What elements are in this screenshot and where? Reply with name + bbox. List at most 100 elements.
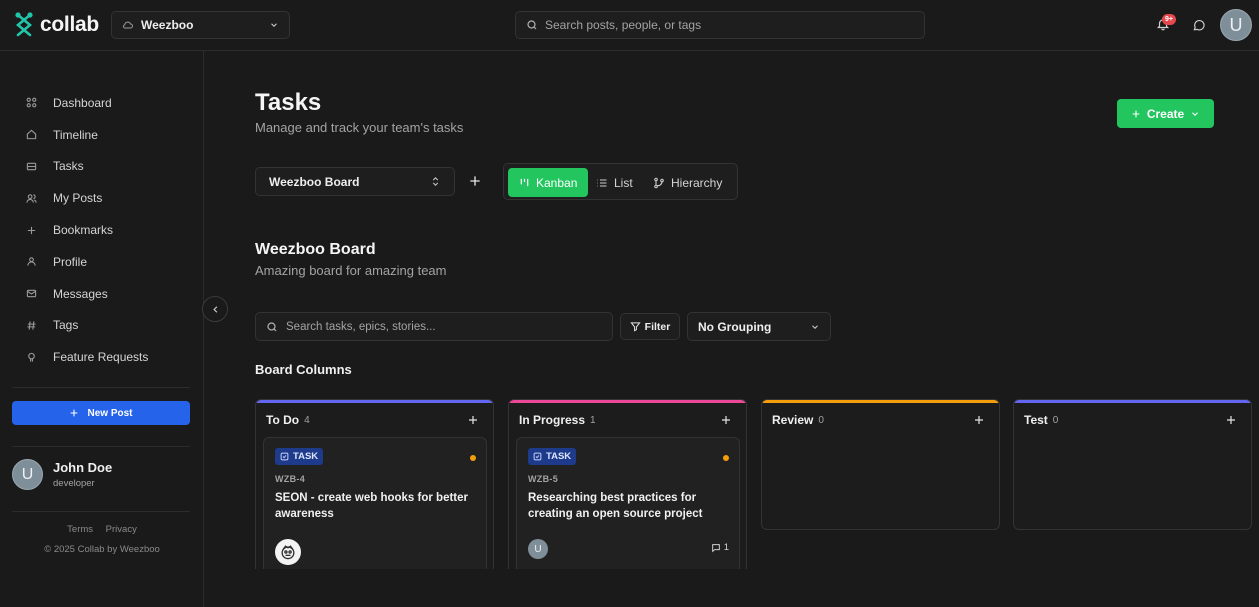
checkbox-icon <box>533 452 542 461</box>
view-list-button[interactable]: List <box>596 168 633 197</box>
plus-icon <box>71 409 78 417</box>
sidebar-item-label: Tags <box>53 318 79 333</box>
column-in-progress: In Progress 1 TASK WZB-5 Researching bes… <box>508 399 747 569</box>
privacy-link[interactable]: Privacy <box>106 524 137 535</box>
sidebar-nav: Dashboard Timeline Tasks My Posts Bookma… <box>12 87 190 373</box>
sidebar-item-label: My Posts <box>53 191 103 206</box>
list-icon <box>597 178 607 187</box>
column-review: Review 0 <box>761 399 1000 530</box>
comment-icon <box>711 543 720 552</box>
board-title: Weezboo Board <box>255 241 376 258</box>
task-card[interactable]: TASK WZB-5 Researching best practices fo… <box>516 437 740 569</box>
grouping-select[interactable]: No Grouping <box>687 312 831 341</box>
sidebar-item-my-posts[interactable]: My Posts <box>12 182 190 214</box>
add-board-icon[interactable] <box>467 173 483 189</box>
new-post-button[interactable]: New Post <box>12 401 190 425</box>
sidebar-divider <box>12 387 190 388</box>
task-type-label: TASK <box>293 451 319 462</box>
task-key: WZB-5 <box>528 474 558 484</box>
filter-icon <box>630 322 641 332</box>
column-name: Test <box>1024 413 1048 427</box>
sidebar-item-label: Bookmarks <box>53 223 114 238</box>
user-card[interactable]: U John Doe developer <box>12 459 112 490</box>
board-columns-title: Board Columns <box>255 362 352 377</box>
task-type-badge: TASK <box>528 448 577 465</box>
column-count: 0 <box>1052 414 1059 426</box>
chevrons-up-down-icon <box>432 177 439 186</box>
add-task-icon[interactable] <box>973 414 985 426</box>
sidebar-item-timeline[interactable]: Timeline <box>12 119 190 151</box>
sidebar-item-bookmarks[interactable]: Bookmarks <box>12 214 190 246</box>
comment-count: 1 <box>711 542 729 553</box>
sidebar-item-messages[interactable]: Messages <box>12 278 190 310</box>
column-color-bar <box>509 400 746 403</box>
board-select[interactable]: Weezboo Board <box>255 167 455 196</box>
cloud-icon <box>122 21 133 29</box>
plus-icon <box>27 226 35 234</box>
git-branch-icon <box>654 177 664 188</box>
column-count: 1 <box>590 414 596 426</box>
column-color-bar <box>1014 400 1251 403</box>
task-type-badge: TASK <box>275 448 324 465</box>
sidebar-item-label: Profile <box>53 254 88 269</box>
search-icon <box>267 321 277 331</box>
users-icon <box>25 194 37 203</box>
add-task-icon[interactable] <box>467 414 479 426</box>
column-color-bar <box>256 400 493 403</box>
column-test: Test 0 <box>1013 399 1252 530</box>
terms-link[interactable]: Terms <box>67 524 93 535</box>
mail-icon <box>26 289 36 298</box>
view-list-label: List <box>614 175 633 190</box>
task-search[interactable] <box>255 312 613 341</box>
top-bar: collab Weezboo 9+ U <box>0 0 1259 51</box>
view-hierarchy-button[interactable]: Hierarchy <box>653 168 722 197</box>
avatar: U <box>12 459 43 490</box>
task-search-input[interactable] <box>286 320 602 333</box>
notification-badge: 9+ <box>1162 14 1176 25</box>
logo-text: collab <box>40 13 99 36</box>
add-task-icon[interactable] <box>1225 414 1237 426</box>
new-post-label: New Post <box>87 407 133 419</box>
workspace-select[interactable]: Weezboo <box>111 11 290 39</box>
view-kanban-button[interactable]: Kanban <box>508 168 589 197</box>
copyright: © 2025 Collab by Weezboo <box>44 544 160 555</box>
column-count: 4 <box>304 414 310 426</box>
chevron-down-icon <box>271 23 277 27</box>
user-avatar[interactable]: U <box>1220 9 1252 41</box>
column-name: Review <box>772 413 814 427</box>
add-task-icon[interactable] <box>720 414 732 426</box>
create-label: Create <box>1146 106 1185 121</box>
global-search-input[interactable] <box>545 18 914 32</box>
lightbulb-icon <box>27 352 35 362</box>
column-count: 0 <box>818 414 824 426</box>
logo[interactable]: collab <box>12 12 99 38</box>
create-button[interactable]: Create <box>1117 99 1214 128</box>
user-role: developer <box>53 478 95 489</box>
sidebar-collapse-button[interactable] <box>202 296 228 322</box>
sidebar-divider <box>12 511 190 512</box>
board-subtitle: Amazing board for amazing team <box>255 263 447 278</box>
sidebar-item-tasks[interactable]: Tasks <box>12 151 190 183</box>
global-search[interactable] <box>515 11 925 39</box>
home-icon <box>26 129 36 140</box>
priority-dot <box>470 455 476 461</box>
task-card[interactable]: TASK WZB-4 SEON - create web hooks for b… <box>263 437 487 569</box>
footer-links: Terms Privacy <box>0 524 204 535</box>
filter-button[interactable]: Filter <box>620 313 680 340</box>
chevron-down-icon <box>812 324 818 329</box>
sidebar-divider <box>12 446 190 447</box>
sidebar-item-tags[interactable]: Tags <box>12 310 190 342</box>
checkbox-icon <box>280 452 289 461</box>
cartoon-avatar-icon <box>281 545 295 560</box>
plus-icon <box>1132 110 1140 117</box>
sidebar-item-feature-requests[interactable]: Feature Requests <box>12 341 190 373</box>
sidebar-item-dashboard[interactable]: Dashboard <box>12 87 190 119</box>
search-icon <box>527 20 537 30</box>
grid-icon <box>26 97 36 108</box>
chevron-left-icon <box>212 305 217 313</box>
sidebar-item-profile[interactable]: Profile <box>12 246 190 278</box>
sidebar-item-label: Timeline <box>53 127 98 142</box>
chat-icon[interactable] <box>1192 18 1206 32</box>
assignee-avatar: U <box>528 539 548 559</box>
priority-dot <box>723 455 729 461</box>
